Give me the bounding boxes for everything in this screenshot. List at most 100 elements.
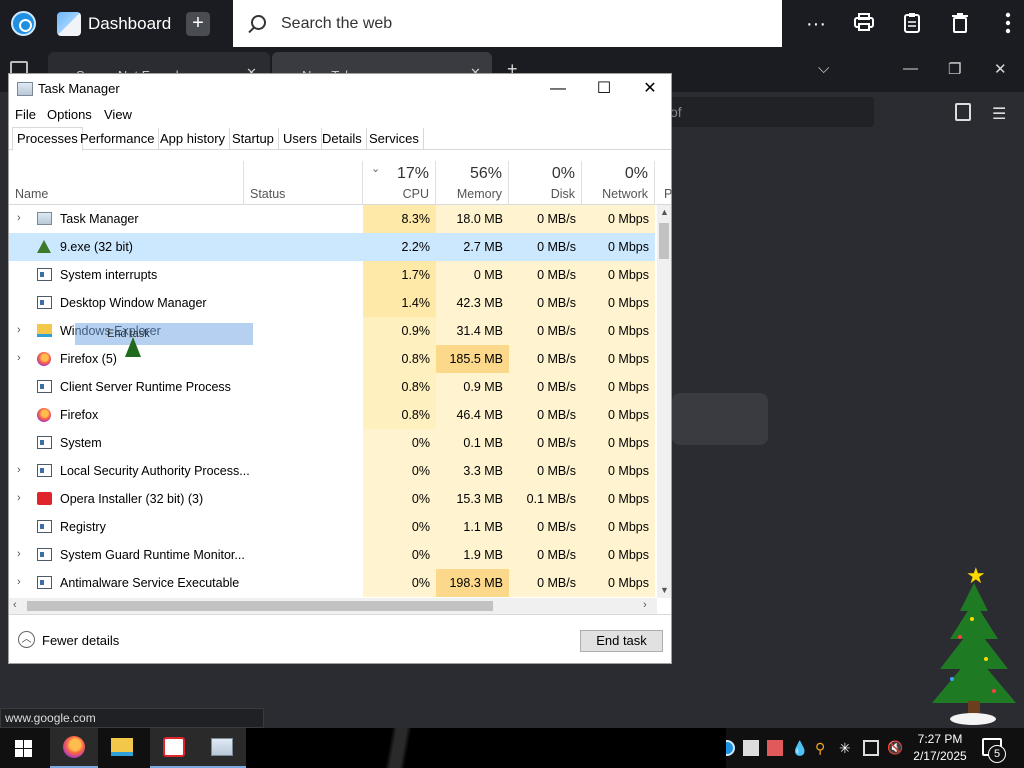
settings-icon[interactable]: ✳ [839, 740, 855, 756]
column-status[interactable]: Status [244, 161, 363, 205]
taskbar-file-explorer[interactable] [98, 728, 146, 768]
network-icon[interactable] [863, 740, 879, 756]
close-button[interactable]: ✕ [627, 74, 673, 104]
network-cell: 0 Mbps [582, 317, 655, 345]
network-cell: 0 Mbps [582, 233, 655, 261]
table-row[interactable]: › Firefox (5) 0.8% 185.5 MB 0 MB/s 0 Mbps [9, 345, 655, 373]
dashboard-icon[interactable] [57, 12, 81, 36]
table-row[interactable]: › System Guard Runtime Monitor... 0% 1.9 MB… [9, 541, 655, 569]
browser-logo-icon[interactable] [11, 11, 36, 36]
clock-time[interactable]: 7:27 PM [912, 732, 968, 746]
trash-icon[interactable] [948, 12, 972, 36]
more-options-icon[interactable]: ··· [804, 12, 828, 36]
expand-chevron-icon[interactable]: › [17, 576, 21, 588]
table-row[interactable]: Client Server Runtime Process 0.8% 0.9 MB 0… [9, 373, 655, 401]
speed-dial-card[interactable] [672, 393, 768, 445]
scroll-thumb[interactable] [27, 601, 493, 611]
taskbar-task-manager[interactable] [198, 728, 246, 768]
minimize-button[interactable]: — [535, 74, 581, 104]
network-cell: 0 Mbps [582, 513, 655, 541]
table-row[interactable]: › Antimalware Service Executable 0% 198.3 M… [9, 569, 655, 597]
taskbar-firefox[interactable] [50, 728, 98, 768]
expand-chevron-icon[interactable]: › [17, 492, 21, 504]
memory-cell: 15.3 MB [436, 485, 509, 513]
end-task-button[interactable]: End task [580, 630, 663, 652]
expand-chevron-icon[interactable]: › [17, 352, 21, 364]
tab-processes[interactable]: Processes [12, 127, 83, 151]
extensions-icon[interactable] [955, 103, 971, 121]
app-tray-icon[interactable] [767, 740, 783, 756]
chevron-down-icon[interactable]: ⌵ [818, 60, 829, 77]
column-name[interactable]: Name [9, 161, 244, 205]
restore-icon[interactable]: ❐ [948, 60, 961, 78]
tab-performance[interactable]: Performance [76, 128, 160, 150]
title-bar[interactable]: Task Manager — ☐ ✕ [9, 74, 671, 104]
column-memory[interactable]: 56% Memory [436, 161, 509, 205]
expand-chevron-icon[interactable]: › [17, 464, 21, 476]
expand-chevron-icon[interactable]: › [17, 212, 21, 224]
fewer-details-link[interactable]: Fewer details [42, 633, 119, 648]
column-label: Name [15, 187, 49, 201]
dashboard-label[interactable]: Dashboard [88, 14, 171, 34]
tab-services[interactable]: Services [365, 128, 424, 150]
address-bar[interactable]: of [660, 97, 874, 127]
print-icon[interactable] [852, 12, 876, 36]
expand-chevron-icon[interactable]: › [17, 324, 21, 336]
table-row[interactable]: Registry 0% 1.1 MB 0 MB/s 0 Mbps [9, 513, 655, 541]
window-tray-icon[interactable] [743, 740, 759, 756]
link-status-url: www.google.com [0, 708, 264, 728]
column-label: CPU [402, 187, 429, 201]
search-tray-icon[interactable]: ⚲ [815, 740, 831, 756]
cpu-cell: 1.4% [363, 289, 436, 317]
scroll-down-icon[interactable]: ▼ [660, 585, 669, 595]
volume-muted-icon[interactable]: 🔇 [887, 740, 903, 756]
menu-kebab-icon[interactable] [996, 12, 1020, 36]
horizontal-scrollbar[interactable]: ‹ › [9, 598, 657, 614]
column-network[interactable]: 0% Network [582, 161, 655, 205]
table-row[interactable]: System 0% 0.1 MB 0 MB/s 0 Mbps [9, 429, 655, 457]
taskbar-opera-installer[interactable] [150, 728, 198, 768]
column-power[interactable]: P [655, 161, 672, 205]
disk-cell: 0.1 MB/s [509, 485, 582, 513]
chevron-up-icon[interactable]: ︿ [18, 631, 35, 648]
scroll-thumb[interactable] [659, 223, 669, 259]
firefox-icon [37, 352, 51, 366]
clipboard-icon[interactable] [900, 12, 924, 36]
table-row[interactable]: › Local Security Authority Process... 0% 3.… [9, 457, 655, 485]
add-workspace-button[interactable]: + [186, 12, 210, 36]
tab-users[interactable]: Users [279, 128, 322, 150]
maximize-button[interactable]: ☐ [581, 74, 627, 104]
hamburger-menu-icon[interactable]: ☰ [992, 104, 1006, 124]
minimize-icon[interactable]: — [903, 60, 918, 77]
menu-file[interactable]: File [15, 107, 36, 122]
table-row[interactable]: 9.exe (32 bit) 2.2% 2.7 MB 0 MB/s 0 Mbps [9, 233, 655, 261]
scroll-up-icon[interactable]: ▲ [660, 207, 669, 217]
memory-cell: 0.1 MB [436, 429, 509, 457]
scroll-right-icon[interactable]: › [643, 599, 647, 611]
tab-app-history[interactable]: App history [156, 128, 231, 150]
vertical-scrollbar[interactable]: ▲ ▼ [657, 205, 671, 598]
clock-date[interactable]: 2/17/2025 [908, 749, 972, 763]
scroll-left-icon[interactable]: ‹ [13, 599, 17, 611]
memory-cell: 0.9 MB [436, 373, 509, 401]
table-row[interactable]: Firefox 0.8% 46.4 MB 0 MB/s 0 Mbps [9, 401, 655, 429]
column-disk[interactable]: 0% Disk [509, 161, 582, 205]
tab-startup[interactable]: Startup [228, 128, 279, 150]
close-window-icon[interactable]: ✕ [994, 60, 1007, 78]
window-title: Task Manager [38, 81, 120, 96]
table-row[interactable]: › Task Manager 8.3% 18.0 MB 0 MB/s 0 Mbps [9, 205, 655, 233]
search-placeholder: Search the web [281, 15, 393, 32]
search-input[interactable]: Search the web [233, 0, 782, 47]
process-list: › Task Manager 8.3% 18.0 MB 0 MB/s 0 Mbps 9.ex… [9, 205, 655, 598]
menu-options[interactable]: Options [47, 107, 92, 122]
expand-chevron-icon[interactable]: › [17, 548, 21, 560]
table-row[interactable]: › Opera Installer (32 bit) (3) 0% 15.3 MB 0.… [9, 485, 655, 513]
table-row[interactable]: System interrupts 1.7% 0 MB 0 MB/s 0 Mbps [9, 261, 655, 289]
droplet-icon[interactable]: 💧 [791, 740, 808, 756]
process-name: System [60, 436, 102, 450]
table-row[interactable]: Desktop Window Manager 1.4% 42.3 MB 0 MB/s 0… [9, 289, 655, 317]
menu-view[interactable]: View [104, 107, 132, 122]
column-cpu[interactable]: ⌄ 17% CPU [363, 161, 436, 205]
tab-details[interactable]: Details [318, 128, 367, 150]
windows-start-icon[interactable] [15, 740, 32, 757]
